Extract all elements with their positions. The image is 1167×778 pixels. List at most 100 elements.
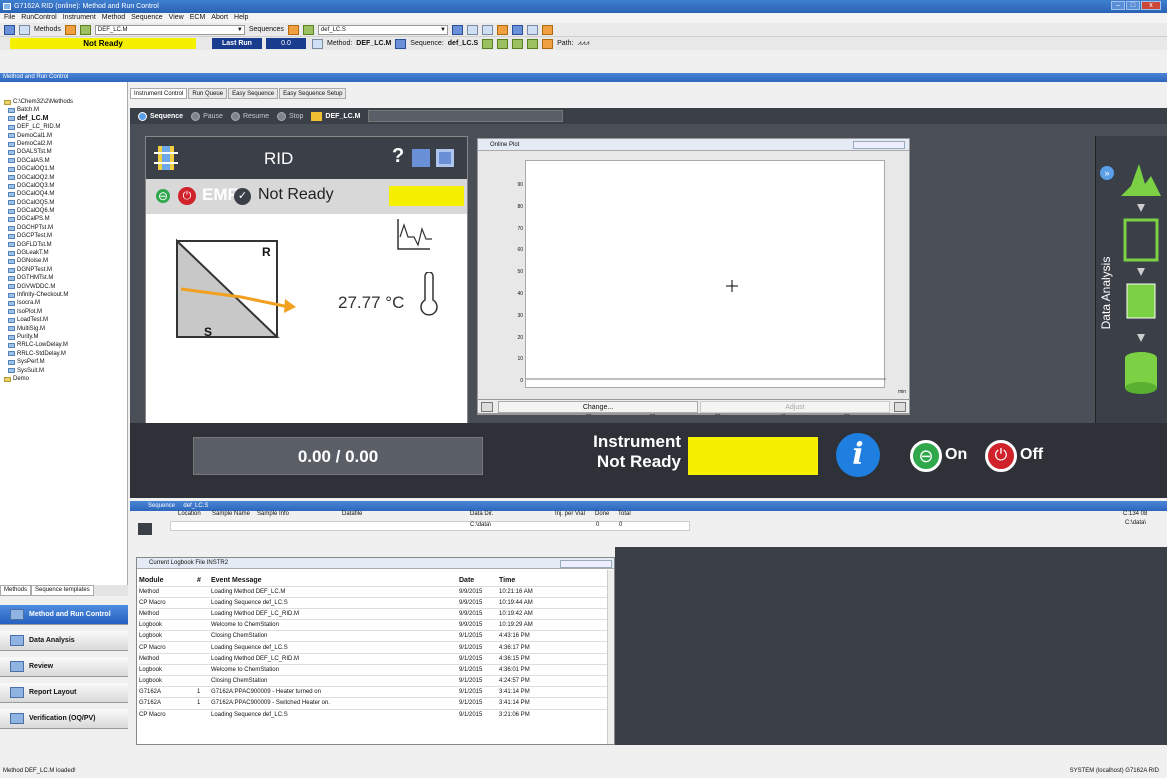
menu-runcontrol[interactable]: RunControl — [21, 13, 56, 23]
logbook-scrollbar[interactable] — [607, 570, 614, 744]
logbook-row[interactable]: Method Loading Method DEF_LC_RID.M 9/1/201… — [139, 652, 607, 665]
tree-method-item[interactable]: DGCalAS.M — [8, 157, 127, 165]
tree-method-item[interactable]: def_LC.M — [8, 115, 127, 123]
tree-method-item[interactable]: DGTHMTst.M — [8, 274, 127, 282]
save-method-icon[interactable] — [79, 24, 91, 35]
module-on-icon[interactable]: ⊖ — [154, 187, 172, 205]
maximize-panel-icon[interactable] — [436, 149, 454, 167]
stop-button[interactable]: Stop — [277, 111, 303, 121]
lock-icon[interactable] — [541, 24, 553, 35]
load-sequence-icon[interactable] — [287, 24, 299, 35]
on-label[interactable]: On — [945, 446, 967, 464]
run-method-icon[interactable] — [482, 38, 494, 49]
save-sequence-icon[interactable] — [302, 24, 314, 35]
method-select[interactable]: DEF_LC.M ▼ — [94, 24, 245, 35]
tree-method-item[interactable]: RRLC-LowDelay.M — [8, 341, 127, 349]
tab-sequence-templates[interactable]: Sequence templates — [31, 585, 94, 596]
help-icon[interactable]: ? — [392, 145, 404, 168]
minimize-button[interactable]: – — [1111, 1, 1125, 10]
run-easy-icon[interactable] — [527, 38, 539, 49]
menu-sequence[interactable]: Sequence — [131, 13, 163, 23]
tree-method-item[interactable]: Infinity-Checkout.M — [8, 291, 127, 299]
tree-method-item[interactable]: SysSuit.M — [8, 367, 127, 375]
tree-method-item[interactable]: DGCalOQ5.M — [8, 199, 127, 207]
print-icon[interactable] — [526, 24, 538, 35]
tree-method-item[interactable]: DGNoise.M — [8, 257, 127, 265]
sequence-select[interactable]: def_LC.S ▼ — [317, 24, 448, 35]
logbook-row[interactable]: Method Loading Method DEF_LC.M 9/9/2015 10:… — [139, 585, 607, 598]
tree-method-item[interactable]: DGCalOQ2.M — [8, 174, 127, 182]
sequence-table-icon[interactable] — [138, 523, 152, 535]
tree-method-item[interactable]: DemoCal1.M — [8, 132, 127, 140]
tree-method-item[interactable]: DemoCal2.M — [8, 140, 127, 148]
table-icon[interactable] — [511, 24, 523, 35]
run-sequence-icon[interactable] — [497, 38, 509, 49]
menu-abort[interactable]: Abort — [211, 13, 228, 23]
adjust-button[interactable]: Adjust — [700, 401, 890, 413]
pause-button[interactable]: Pause — [191, 111, 223, 121]
tab-instrument-control[interactable]: Instrument Control — [130, 88, 188, 99]
run-control-icon[interactable] — [4, 24, 15, 35]
menu-help[interactable]: Help — [234, 13, 248, 23]
window-icon[interactable] — [481, 24, 493, 35]
menu-instrument[interactable]: Instrument — [63, 13, 96, 23]
module-off-icon[interactable]: ⏻ — [178, 187, 196, 205]
report-icon[interactable] — [496, 24, 508, 35]
logbook-window-controls[interactable] — [560, 560, 612, 568]
info-icon[interactable]: i — [836, 433, 880, 477]
tree-method-item[interactable]: DGCalOQ3.M — [8, 182, 127, 190]
tree-method-item[interactable]: SysPerf.M — [8, 358, 127, 366]
method-field[interactable] — [368, 110, 564, 122]
tree-folder-demo[interactable]: Demo — [4, 375, 127, 383]
nav-method-run-control[interactable]: Method and Run Control — [0, 605, 128, 625]
tab-easy-sequence-setup[interactable]: Easy Sequence Setup — [279, 88, 347, 99]
instrument-icon[interactable] — [19, 24, 30, 35]
expand-icon[interactable]: » — [1100, 166, 1114, 180]
logbook-row[interactable]: G7162A 1 G7162A:PPAC900009 - Switched Heat… — [139, 697, 607, 710]
power-off-icon[interactable]: ⏻ — [985, 440, 1017, 472]
tree-method-item[interactable]: LoadTest.M — [8, 316, 127, 324]
layout-icon[interactable] — [466, 24, 478, 35]
method-tree[interactable]: C:\Chem32\2\Methods Batch.M def_LC.M DEF_L… — [0, 82, 128, 585]
tree-method-item[interactable]: DGLeakT.M — [8, 249, 127, 257]
nav-report-layout[interactable]: Report Layout — [0, 683, 128, 703]
tree-method-item[interactable]: RRLC-StdDelay.M — [8, 350, 127, 358]
tree-method-item[interactable]: DGALSTst.M — [8, 148, 127, 156]
nav-review[interactable]: Review — [0, 657, 128, 677]
tree-method-item[interactable]: Isocra.M — [8, 299, 127, 307]
logbook-row[interactable]: Logbook Welcome to ChemStation 9/1/2015 4:3… — [139, 663, 607, 676]
tree-method-item[interactable]: MultiSig.M — [8, 325, 127, 333]
tab-methods[interactable]: Methods — [0, 585, 32, 596]
maximize-button[interactable]: □ — [1126, 1, 1140, 10]
nav-verification[interactable]: Verification (OQ/PV) — [0, 709, 128, 729]
logbook-row[interactable]: CP Macro Loading Sequence def_LC.S 9/1/201… — [139, 708, 607, 721]
close-button[interactable]: x — [1141, 1, 1161, 10]
tree-method-item[interactable]: DGNPTest.M — [8, 266, 127, 274]
off-label[interactable]: Off — [1020, 446, 1043, 464]
nav-data-analysis[interactable]: Data Analysis — [0, 631, 128, 651]
run-queue-icon[interactable] — [512, 38, 524, 49]
tree-method-item[interactable]: DGVWDDC.M — [8, 283, 127, 291]
tree-method-item[interactable]: IsoPlot.M — [8, 308, 127, 316]
logbook-row[interactable]: CP Macro Loading Sequence def_LC.S 9/1/201… — [139, 641, 607, 654]
sequence-button[interactable]: Sequence — [138, 111, 183, 121]
change-button[interactable]: Change... — [498, 401, 698, 413]
plot-area[interactable] — [525, 160, 886, 388]
menu-view[interactable]: View — [169, 13, 184, 23]
tree-method-item[interactable]: DGCalOQ4.M — [8, 190, 127, 198]
view-icon[interactable] — [451, 24, 463, 35]
tree-method-item[interactable]: DGFLDTst.M — [8, 241, 127, 249]
tree-method-item[interactable]: DGCalOQ1.M — [8, 165, 127, 173]
logbook-row[interactable]: Logbook Closing ChemStation 9/1/2015 4:43:1… — [139, 630, 607, 642]
lock-status-icon[interactable] — [542, 38, 554, 49]
tab-easy-sequence[interactable]: Easy Sequence — [228, 88, 279, 99]
tree-method-item[interactable]: Purity.M — [8, 333, 127, 341]
tab-run-queue[interactable]: Run Queue — [188, 88, 228, 99]
tree-method-item[interactable]: DEF_LC_RID.M — [8, 123, 127, 131]
menu-file[interactable]: File — [4, 13, 15, 23]
logbook-row[interactable]: Logbook Closing ChemStation 9/1/2015 4:24:5… — [139, 674, 607, 687]
logbook-row[interactable]: Method Loading Method DEF_LC_RID.M 9/9/201… — [139, 607, 607, 620]
logbook-row[interactable]: Logbook Welcome to ChemStation 9/9/2015 10:… — [139, 619, 607, 631]
tree-root[interactable]: C:\Chem32\2\Methods — [4, 98, 127, 106]
menu-method[interactable]: Method — [102, 13, 125, 23]
